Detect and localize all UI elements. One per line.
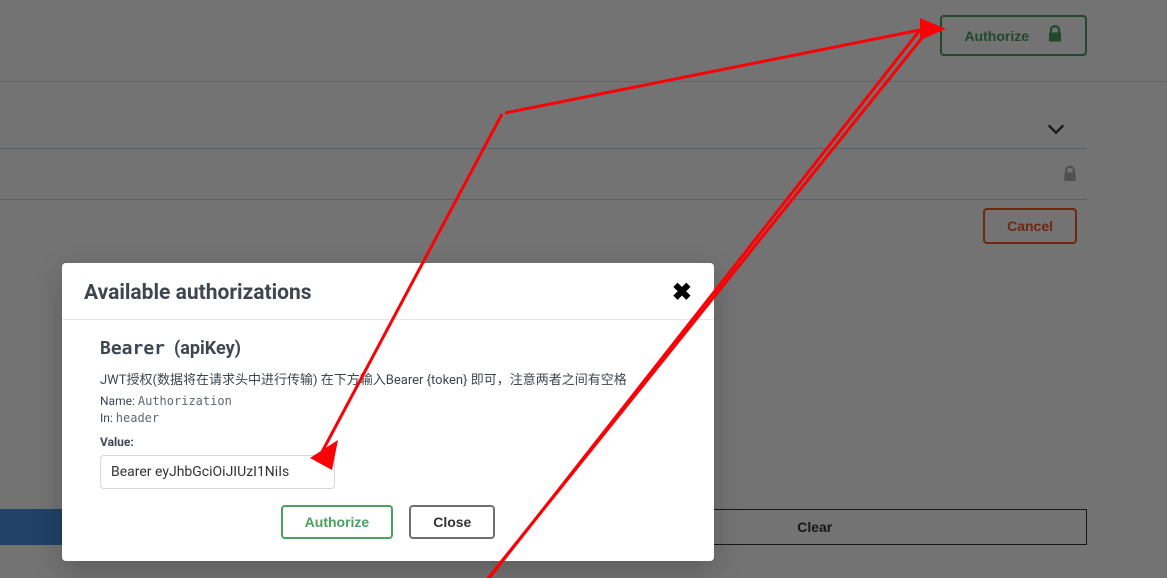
modal-header: Available authorizations ✖ — [62, 263, 714, 320]
modal-authorize-button[interactable]: Authorize — [281, 505, 394, 539]
modal-close-button[interactable]: Close — [409, 505, 495, 539]
value-label: Value: — [100, 435, 676, 449]
authorizations-modal: Available authorizations ✖ Bearer (apiKe… — [62, 263, 714, 561]
modal-title: Available authorizations — [84, 281, 312, 305]
scheme-title: Bearer (apiKey) — [100, 338, 676, 359]
modal-body: Bearer (apiKey) JWT授权(数据将在请求头中进行传输) 在下方输… — [62, 320, 714, 561]
scheme-description: JWT授权(数据将在请求头中进行传输) 在下方输入Bearer {token} … — [100, 369, 676, 388]
modal-actions: Authorize Close — [100, 505, 676, 539]
close-icon[interactable]: ✖ — [672, 281, 692, 305]
scheme-name: Bearer — [100, 338, 165, 359]
scheme-name-meta: Name: Authorization — [100, 394, 676, 408]
value-input[interactable] — [100, 455, 335, 489]
scheme-type: (apiKey) — [174, 338, 241, 359]
scheme-in-meta: In: header — [100, 411, 676, 425]
